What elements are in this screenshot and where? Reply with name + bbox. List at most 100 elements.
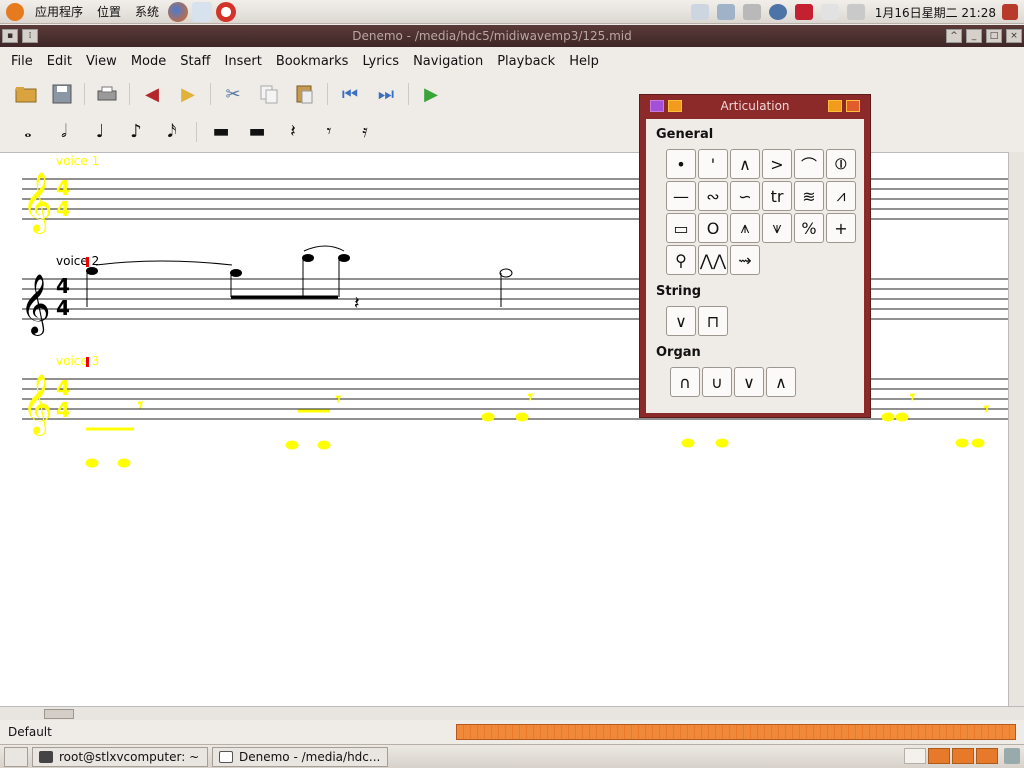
rest-icon[interactable]: 𝄽 [354,293,360,314]
help-icon[interactable] [216,1,237,22]
sixteenth-note-icon[interactable]: 𝅘𝅥𝅯 [158,119,186,145]
marcato-button[interactable]: ∧ [730,149,760,179]
open-icon[interactable] [13,81,39,107]
menu-insert[interactable]: Insert [218,54,269,69]
workspace-2[interactable] [928,748,950,764]
trash-icon[interactable] [1004,748,1020,764]
quarter-note-icon[interactable]: ♩ [86,119,114,145]
trill-line-button[interactable]: ▭ [666,213,696,243]
note-head[interactable] [338,254,350,262]
right-toe-button[interactable]: ∧ [766,367,796,397]
staccatissimo-button[interactable]: ' [698,149,728,179]
play-icon[interactable]: ▶ [418,81,444,107]
workspace-3[interactable] [952,748,974,764]
menu-bookmarks[interactable]: Bookmarks [269,54,356,69]
undo-icon[interactable]: ◀ [139,81,165,107]
ruby-icon[interactable] [794,4,813,20]
articulation-titlebar[interactable]: Articulation [640,95,870,117]
staccato-button[interactable]: • [666,149,696,179]
network-icon[interactable] [716,4,735,20]
menu-playback[interactable]: Playback [490,54,562,69]
trill-button[interactable]: tr [762,181,792,211]
tray-icon[interactable] [820,4,839,20]
note-head[interactable] [302,254,314,262]
menu-file[interactable]: File [4,54,40,69]
note-head[interactable] [86,267,98,275]
half-note-icon[interactable]: 𝅗𝅥 [50,119,78,145]
tenuto-button[interactable]: — [666,181,696,211]
workspace-1[interactable] [904,748,926,764]
coda-button[interactable]: ⦶ [826,149,856,179]
logout-icon[interactable] [1002,4,1018,20]
fermata-button[interactable]: ⌒ [794,149,824,179]
show-desktop-button[interactable] [4,746,28,767]
taskbar-terminal[interactable]: root@stlxvcomputer: ~ [32,746,208,767]
horizontal-scrollbar[interactable] [0,706,1024,720]
right-heel-button[interactable]: ∪ [702,367,732,397]
maximize-button[interactable]: □ [986,29,1002,43]
firefox-icon[interactable] [168,1,189,22]
whole-note-icon[interactable]: 𝅝 [14,119,42,145]
reverse-turn-button[interactable]: ∽ [730,181,760,211]
menu-lyrics[interactable]: Lyrics [355,54,406,69]
articulation-shade-button[interactable] [828,100,842,112]
left-heel-button[interactable]: ∩ [670,367,700,397]
arpeggio-button[interactable]: ⇝ [730,245,760,275]
articulation-window[interactable]: Articulation General • ' ∧ > ⌒ ⦶ — ∾ ∽ t… [639,94,871,418]
articulation-menu-button[interactable] [650,100,664,112]
ubuntu-logo-icon[interactable] [6,2,24,21]
shade-button[interactable]: ^ [946,29,962,43]
workspace-4[interactable] [976,748,998,764]
menu-navigation[interactable]: Navigation [406,54,490,69]
prall-button[interactable]: ≋ [794,181,824,211]
downbow-button[interactable]: ⊓ [698,306,728,336]
window-titlebar[interactable]: ▪ ⁞ Denemo - /media/hdc5/midiwavemp3/125… [0,25,1024,47]
applications-menu[interactable]: 应用程序 [28,3,90,20]
half-rest-icon[interactable]: ▬ [243,119,271,145]
sign-button[interactable]: ⚲ [666,245,696,275]
cut-icon[interactable]: ✂ [220,81,246,107]
whole-rest-icon[interactable]: ▬ [207,119,235,145]
redo-icon[interactable]: ▶ [175,81,201,107]
mail-icon[interactable] [192,1,213,22]
menu-view[interactable]: View [79,54,124,69]
quarter-rest-icon[interactable]: 𝄽 [279,119,307,145]
turn-button[interactable]: ∾ [698,181,728,211]
menu-staff[interactable]: Staff [173,54,217,69]
save-icon[interactable] [49,81,75,107]
vertical-scrollbar[interactable] [1008,152,1024,706]
print-icon[interactable] [94,81,120,107]
places-menu[interactable]: 位置 [90,3,128,20]
eighth-rest-icon[interactable]: 𝄾 [315,119,343,145]
note-head[interactable] [499,268,513,278]
eighth-note-icon[interactable]: ♪ [122,119,150,145]
clock[interactable]: 1月16日星期二 21:28 [869,4,1002,21]
menu-help[interactable]: Help [562,54,606,69]
system-menu[interactable]: 系统 [128,3,166,20]
paste-icon[interactable] [292,81,318,107]
workspace-switcher[interactable] [902,748,998,764]
menu-edit[interactable]: Edit [40,54,79,69]
left-toe-button[interactable]: ∨ [734,367,764,397]
menu-mode[interactable]: Mode [124,54,173,69]
volume-icon[interactable] [742,4,761,20]
minimize-button[interactable]: _ [966,29,982,43]
prallprall-button[interactable]: ⩚ [730,213,760,243]
segno-button[interactable]: % [794,213,824,243]
upbow-button[interactable]: ∨ [666,306,696,336]
window-pin-button[interactable]: ⁞ [22,29,38,43]
open-button[interactable]: O [698,213,728,243]
previous-measure-icon[interactable]: ⏮ [337,81,363,107]
horizontal-scroll-thumb[interactable] [44,709,74,719]
window-menu-button[interactable]: ▪ [2,29,18,43]
articulation-close-button[interactable] [846,100,860,112]
printer-icon[interactable] [846,4,865,20]
note-head[interactable] [230,269,242,277]
close-button[interactable]: × [1006,29,1022,43]
upprall-button[interactable]: ⋀⋀ [698,245,728,275]
accent-button[interactable]: > [762,149,792,179]
taskbar-denemo[interactable]: Denemo - /media/hdc... [212,746,388,767]
articulation-pin-button[interactable] [668,100,682,112]
sixteenth-rest-icon[interactable]: 𝄿 [351,119,379,145]
browser-icon[interactable] [768,4,787,20]
